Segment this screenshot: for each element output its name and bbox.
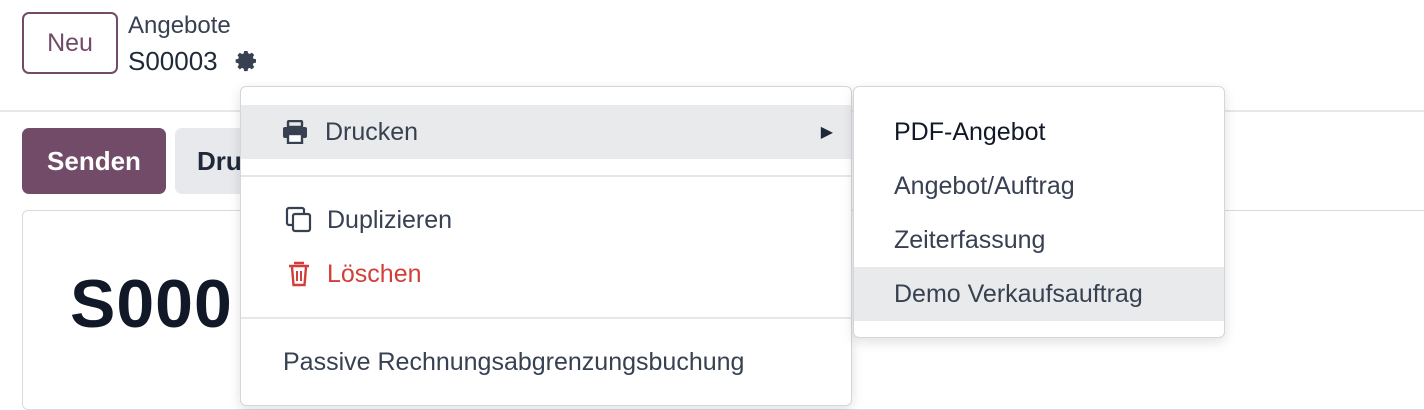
submenu-item-demo-sales-order[interactable]: Demo Verkaufsauftrag <box>854 267 1224 321</box>
submenu-item-quote-order[interactable]: Angebot/Auftrag <box>854 159 1224 213</box>
menu-item-passive-deferral[interactable]: Passive Rechnungsabgrenzungsbuchung <box>241 335 851 389</box>
submenu-item-label: Zeiterfassung <box>894 225 1046 254</box>
menu-item-print[interactable]: Drucken ▶ <box>241 105 851 159</box>
record-name: S00003 <box>128 46 218 76</box>
menu-item-duplicate[interactable]: Duplizieren <box>241 193 851 247</box>
breadcrumb-parent[interactable]: Angebote <box>128 12 231 40</box>
gear-icon[interactable] <box>234 49 260 75</box>
submenu-item-label: Demo Verkaufsauftrag <box>894 279 1143 308</box>
trash-icon <box>285 260 313 288</box>
send-button[interactable]: Senden <box>22 128 166 194</box>
menu-item-print-label: Drucken <box>325 117 419 146</box>
print-icon <box>281 119 309 145</box>
breadcrumb-current: S00003 <box>128 46 260 77</box>
menu-item-duplicate-label: Duplizieren <box>327 205 453 234</box>
print-submenu: PDF-Angebot Angebot/Auftrag Zeiterfassun… <box>853 86 1225 338</box>
submenu-item-label: PDF-Angebot <box>894 117 1046 146</box>
submenu-item-label: Angebot/Auftrag <box>894 171 1075 200</box>
submenu-item-pdf-quote[interactable]: PDF-Angebot <box>854 105 1224 159</box>
copy-icon <box>285 206 313 234</box>
menu-divider <box>241 317 851 319</box>
new-button[interactable]: Neu <box>22 12 118 74</box>
menu-item-passive-label: Passive Rechnungsabgrenzungsbuchung <box>283 347 745 376</box>
record-title: S000 <box>70 266 233 342</box>
menu-item-delete-label: Löschen <box>327 259 422 288</box>
action-menu: Drucken ▶ Duplizieren Löschen Passive Re… <box>240 86 852 406</box>
menu-divider <box>241 175 851 177</box>
submenu-item-timesheet[interactable]: Zeiterfassung <box>854 213 1224 267</box>
chevron-right-icon: ▶ <box>820 124 833 141</box>
menu-item-delete[interactable]: Löschen <box>241 247 851 301</box>
